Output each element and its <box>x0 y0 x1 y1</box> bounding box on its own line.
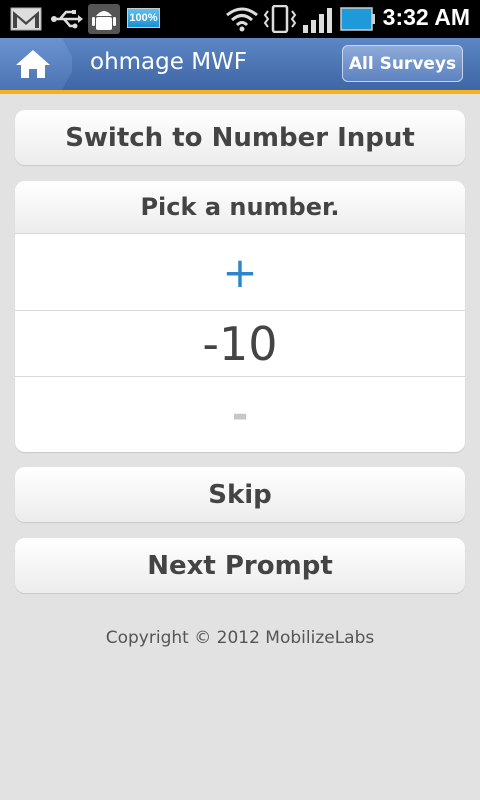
decrement-button[interactable]: - <box>15 377 465 452</box>
signal-icon <box>303 8 332 33</box>
vibrate-icon <box>263 5 297 33</box>
battery-full-icon: 100% <box>127 8 160 28</box>
home-icon <box>16 50 50 78</box>
home-button[interactable] <box>0 38 72 90</box>
prompt-question: Pick a number. <box>15 181 465 234</box>
all-surveys-button[interactable]: All Surveys <box>342 45 463 82</box>
wifi-icon <box>226 7 258 32</box>
android-debug-icon <box>88 4 120 34</box>
increment-button[interactable]: + <box>15 234 465 311</box>
usb-icon <box>51 10 83 29</box>
switch-to-number-input-button[interactable]: Switch to Number Input <box>15 110 465 165</box>
app-title: ohmage MWF <box>90 49 248 75</box>
status-bar: 100% 3:32 AM <box>0 0 480 38</box>
skip-button[interactable]: Skip <box>15 467 465 522</box>
battery-icon <box>340 7 375 31</box>
number-prompt-card: Pick a number. + -10 - <box>15 181 465 452</box>
next-prompt-button[interactable]: Next Prompt <box>15 538 465 593</box>
gmail-icon <box>10 7 42 31</box>
copyright-text: Copyright © 2012 MobilizeLabs <box>105 628 375 648</box>
number-value: -10 <box>15 311 465 377</box>
title-bar: ohmage MWF All Surveys <box>0 38 480 94</box>
status-time: 3:32 AM <box>382 4 470 30</box>
